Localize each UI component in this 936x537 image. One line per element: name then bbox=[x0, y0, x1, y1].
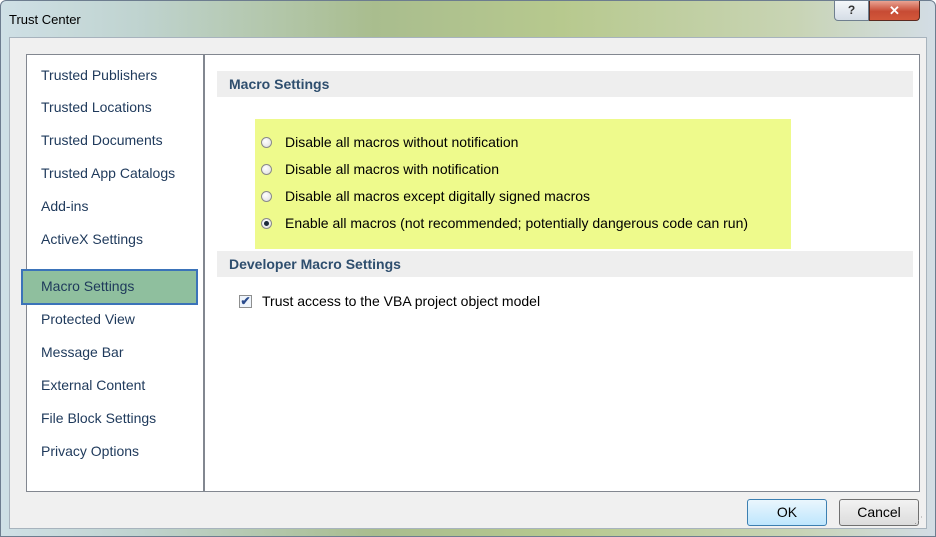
nav-item-activex-settings[interactable]: ActiveX Settings bbox=[41, 231, 143, 247]
macro-settings-header: Macro Settings bbox=[217, 71, 913, 97]
radio-button[interactable] bbox=[261, 164, 272, 175]
title-bar[interactable]: Trust Center ? ✕ bbox=[1, 1, 935, 35]
nav-item-macro-settings[interactable]: Macro Settings bbox=[41, 278, 134, 294]
vba-access-label[interactable]: Trust access to the VBA project object m… bbox=[262, 293, 540, 309]
window-title: Trust Center bbox=[9, 12, 81, 27]
nav-item-file-block-settings[interactable]: File Block Settings bbox=[41, 410, 156, 426]
radio-label[interactable]: Disable all macros except digitally sign… bbox=[285, 188, 590, 204]
developer-macro-settings-header: Developer Macro Settings bbox=[217, 251, 913, 277]
developer-macro-settings-heading: Developer Macro Settings bbox=[229, 256, 401, 272]
trust-center-dialog: Trust Center ? ✕ Trusted Publishers Trus… bbox=[0, 0, 936, 537]
dialog-client-area: Trusted Publishers Trusted Locations Tru… bbox=[9, 37, 927, 529]
cancel-button[interactable]: Cancel bbox=[839, 499, 919, 526]
nav-item-protected-view[interactable]: Protected View bbox=[41, 311, 135, 327]
close-button[interactable]: ✕ bbox=[869, 1, 920, 21]
radio-button-selected[interactable] bbox=[261, 218, 272, 229]
vba-access-checkbox[interactable]: ✔ bbox=[239, 295, 252, 308]
nav-item-add-ins[interactable]: Add-ins bbox=[41, 198, 88, 214]
radio-label[interactable]: Enable all macros (not recommended; pote… bbox=[285, 215, 748, 231]
radio-label[interactable]: Disable all macros with notification bbox=[285, 161, 499, 177]
nav-item-trusted-locations[interactable]: Trusted Locations bbox=[41, 99, 152, 115]
macro-settings-heading: Macro Settings bbox=[229, 76, 330, 92]
resize-grip-icon[interactable]: ⋰ bbox=[914, 515, 923, 526]
nav-item-trusted-publishers[interactable]: Trusted Publishers bbox=[41, 67, 157, 83]
nav-item-external-content[interactable]: External Content bbox=[41, 377, 145, 393]
category-nav: Trusted Publishers Trusted Locations Tru… bbox=[21, 54, 204, 492]
help-button[interactable]: ? bbox=[834, 1, 869, 21]
radio-button[interactable] bbox=[261, 137, 272, 148]
nav-item-privacy-options[interactable]: Privacy Options bbox=[41, 443, 139, 459]
radio-label[interactable]: Disable all macros without notification bbox=[285, 134, 518, 150]
nav-item-trusted-app-catalogs[interactable]: Trusted App Catalogs bbox=[41, 165, 175, 181]
radio-button[interactable] bbox=[261, 191, 272, 202]
ok-button[interactable]: OK bbox=[747, 499, 827, 526]
nav-item-trusted-documents[interactable]: Trusted Documents bbox=[41, 132, 163, 148]
settings-panel: Macro Settings Disable all macros withou… bbox=[204, 54, 920, 492]
nav-item-message-bar[interactable]: Message Bar bbox=[41, 344, 123, 360]
